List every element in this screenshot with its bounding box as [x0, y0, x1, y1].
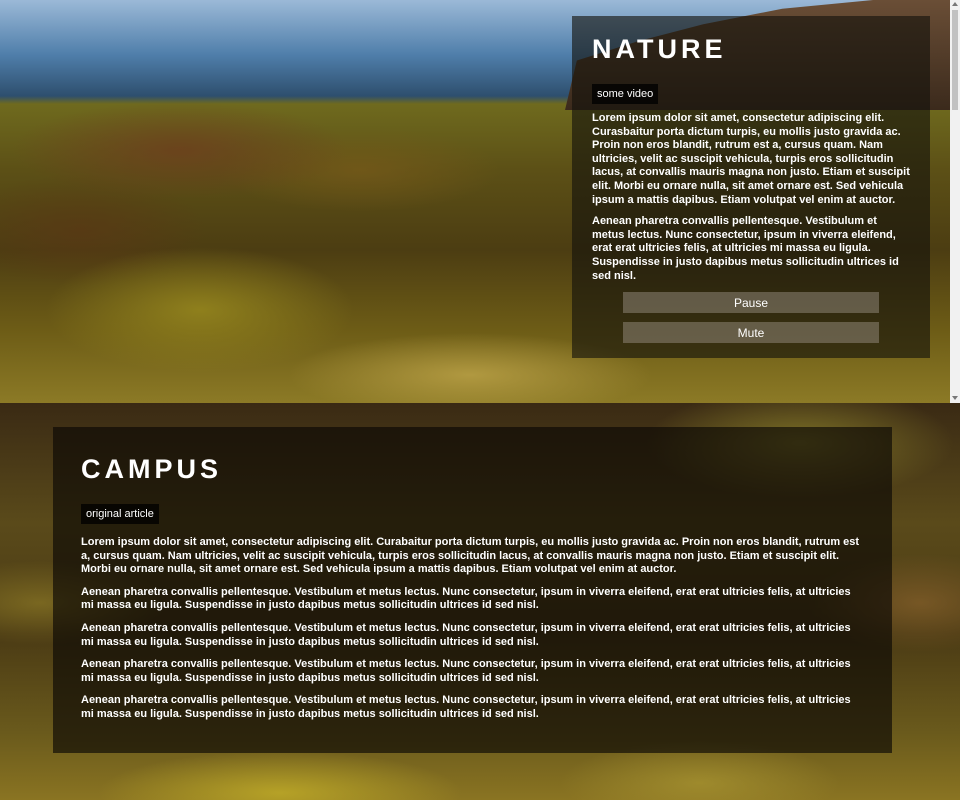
nature-title: NATURE [592, 34, 727, 64]
scroll-up-arrow-icon[interactable] [952, 2, 958, 6]
campus-paragraph-3: Aenean pharetra convallis pellentesque. … [81, 621, 851, 648]
campus-title: CAMPUS [81, 454, 223, 484]
scrollbar-thumb[interactable] [952, 10, 958, 110]
nature-paragraph-1: Lorem ipsum dolor sit amet, consectetur … [592, 112, 910, 206]
nature-panel: NATURE some video Lorem ipsum dolor sit … [572, 16, 930, 358]
campus-paragraph-4: Aenean pharetra convallis pellentesque. … [81, 658, 851, 684]
scroll-down-arrow-icon[interactable] [952, 396, 958, 400]
mute-button[interactable]: Mute [623, 322, 879, 344]
nature-paragraph-2: Aenean pharetra convallis pellentesque. … [592, 215, 899, 282]
article-tag: original article [81, 504, 159, 524]
video-hero: NATURE some video Lorem ipsum dolor sit … [0, 0, 950, 403]
campus-panel: CAMPUS original article Lorem ipsum dolo… [53, 427, 892, 753]
pause-button[interactable]: Pause [623, 292, 879, 314]
video-tag: some video [592, 84, 659, 104]
campus-paragraph-2: Aenean pharetra convallis pellentesque. … [81, 585, 851, 612]
campus-section: CAMPUS original article Lorem ipsum dolo… [0, 403, 960, 800]
campus-paragraph-5: Aenean pharetra convallis pellentesque. … [81, 694, 851, 720]
campus-paragraph-1: Lorem ipsum dolor sit amet, consectetur … [81, 536, 860, 576]
page-scrollbar[interactable] [950, 0, 960, 403]
